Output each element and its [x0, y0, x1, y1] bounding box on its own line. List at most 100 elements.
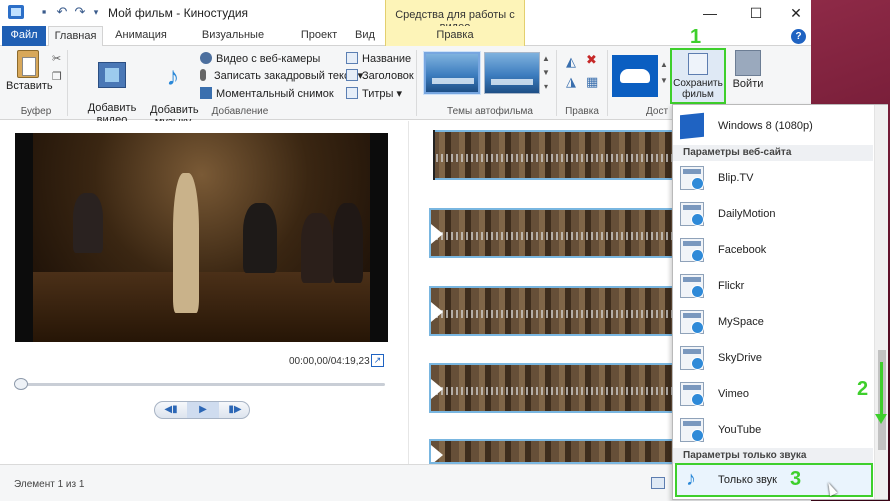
webcam-video-button[interactable]: Видео с веб-камеры	[200, 51, 320, 67]
tab-edit[interactable]: Правка	[385, 26, 525, 46]
video-frame	[33, 133, 370, 342]
credits-icon	[346, 87, 358, 99]
paste-button[interactable]: Вставить	[6, 50, 53, 92]
autotheme-2[interactable]	[484, 52, 540, 94]
tab-visual-effects[interactable]: Визуальные эффекты	[180, 26, 286, 60]
save-movie-button[interactable]: Сохранить фильм	[670, 48, 726, 104]
seek-bar[interactable]	[15, 383, 385, 386]
group-separator	[416, 50, 417, 116]
timeline-clip[interactable]	[429, 363, 679, 413]
tab-project[interactable]: Проект	[296, 26, 342, 46]
tab-file[interactable]: Файл	[2, 26, 46, 46]
dropdown-scrollbar[interactable]	[874, 105, 888, 499]
title-icon	[346, 52, 358, 64]
remove-icon[interactable]: ✖	[586, 52, 597, 68]
rotate-right-icon[interactable]: ◮	[566, 74, 576, 90]
clip-marker-icon	[431, 302, 443, 322]
undo-icon[interactable]: ↶	[54, 4, 70, 20]
previous-frame-icon[interactable]: ◀▮	[155, 402, 187, 418]
microphone-icon	[200, 69, 206, 81]
record-narration-button[interactable]: Записать закадровый текст ▾	[200, 68, 363, 84]
audio-note-icon	[682, 468, 706, 492]
menu-item-dailymotion[interactable]: DailyMotion	[673, 197, 873, 233]
caption-icon	[346, 69, 358, 81]
group-separator	[67, 50, 68, 116]
menu-item-vimeo[interactable]: Vimeo	[673, 377, 873, 413]
autotheme-1[interactable]	[424, 52, 480, 94]
menu-item-label: Только звук	[718, 474, 777, 486]
tab-view[interactable]: Вид	[350, 26, 380, 46]
caption-label: Заголовок	[362, 70, 414, 82]
step-3-label: 3	[790, 468, 802, 490]
movie-maker-app-icon[interactable]	[8, 5, 24, 19]
credits-button[interactable]: Титры ▾	[346, 86, 402, 102]
timeline-clip[interactable]	[429, 130, 679, 180]
sign-in-button[interactable]: Войти	[730, 50, 766, 90]
snapshot-label: Моментальный снимок	[216, 88, 334, 100]
web-publish-icon	[680, 418, 704, 442]
video-preview[interactable]	[15, 133, 388, 342]
save-movie-icon	[688, 53, 708, 75]
menu-item-windows8[interactable]: Windows 8 (1080p)	[673, 109, 873, 145]
quick-access-dropdown-icon[interactable]: ▾	[88, 4, 104, 20]
title-button[interactable]: Название	[346, 51, 411, 67]
save-icon[interactable]: ▪	[36, 4, 52, 20]
menu-item-facebook[interactable]: Facebook	[673, 233, 873, 269]
minimize-button[interactable]: —	[687, 0, 733, 26]
clipboard-icon	[17, 50, 39, 78]
select-all-icon[interactable]: ▦	[586, 74, 598, 90]
tab-animation[interactable]: Анимация	[110, 26, 172, 46]
timeline-clip[interactable]	[429, 439, 679, 464]
menu-item-label: Flickr	[718, 280, 745, 292]
step-2-label: 2	[857, 378, 869, 400]
onedrive-icon[interactable]	[612, 55, 658, 97]
menu-header-web: Параметры веб-сайта	[673, 145, 873, 161]
menu-item-skydrive[interactable]: SkyDrive	[673, 341, 873, 377]
redo-icon[interactable]: ↷	[72, 4, 88, 20]
themes-more-icon[interactable]: ▾	[541, 80, 551, 94]
themes-scroll-up-icon[interactable]: ▲	[541, 52, 551, 66]
credits-label: Титры	[362, 88, 394, 100]
user-icon	[735, 50, 761, 76]
menu-item-flickr[interactable]: Flickr	[673, 269, 873, 305]
snapshot-button[interactable]: Моментальный снимок	[200, 86, 334, 102]
play-icon[interactable]: ▶	[187, 402, 219, 418]
timeline-clip[interactable]	[429, 208, 679, 258]
seek-thumb[interactable]	[14, 378, 28, 390]
web-publish-icon	[680, 166, 704, 190]
menu-item-audio-only[interactable]: Только звук	[675, 463, 873, 497]
status-text: Элемент 1 из 1	[14, 479, 85, 490]
caption-button[interactable]: Заголовок	[346, 68, 414, 84]
music-note-icon: ♪	[166, 61, 180, 91]
clip-marker-icon	[431, 445, 443, 462]
menu-item-label: SkyDrive	[718, 352, 763, 364]
fullscreen-icon[interactable]: ↗	[371, 354, 384, 367]
menu-item-bliptv[interactable]: Blip.TV	[673, 161, 873, 197]
menu-item-label: MySpace	[718, 316, 764, 328]
copy-icon[interactable]: ❐	[52, 70, 62, 83]
menu-item-myspace[interactable]: MySpace	[673, 305, 873, 341]
playhead[interactable]	[429, 130, 435, 180]
video-tools-header: Средства для работы с видео	[385, 0, 525, 33]
timeline-clip[interactable]	[429, 286, 679, 336]
share-scroll-down-icon[interactable]: ▼	[659, 74, 669, 88]
annotation-arrow	[880, 362, 883, 418]
preview-pane: 00:00,00/04:19,23 ↗ ◀▮ ▶ ▮▶	[0, 121, 408, 464]
next-frame-icon[interactable]: ▮▶	[219, 402, 251, 418]
help-icon[interactable]: ?	[791, 29, 806, 44]
share-scroll-up-icon[interactable]: ▲	[659, 58, 669, 72]
film-photo-icon	[98, 62, 126, 88]
title-label: Название	[362, 53, 412, 65]
themes-scroll-down-icon[interactable]: ▼	[541, 66, 551, 80]
menu-item-label: Facebook	[718, 244, 767, 256]
menu-item-youtube[interactable]: YouTube	[673, 413, 873, 449]
tab-home[interactable]: Главная	[48, 26, 103, 47]
clip-marker-icon	[431, 379, 443, 399]
web-publish-icon	[680, 382, 704, 406]
web-publish-icon	[680, 202, 704, 226]
window-title: Мой фильм - Киностудия	[108, 6, 249, 20]
web-publish-icon	[680, 274, 704, 298]
cut-icon[interactable]: ✂	[52, 52, 61, 65]
storyboard-view-icon[interactable]	[651, 477, 665, 489]
rotate-left-icon[interactable]: ◭	[566, 54, 576, 70]
